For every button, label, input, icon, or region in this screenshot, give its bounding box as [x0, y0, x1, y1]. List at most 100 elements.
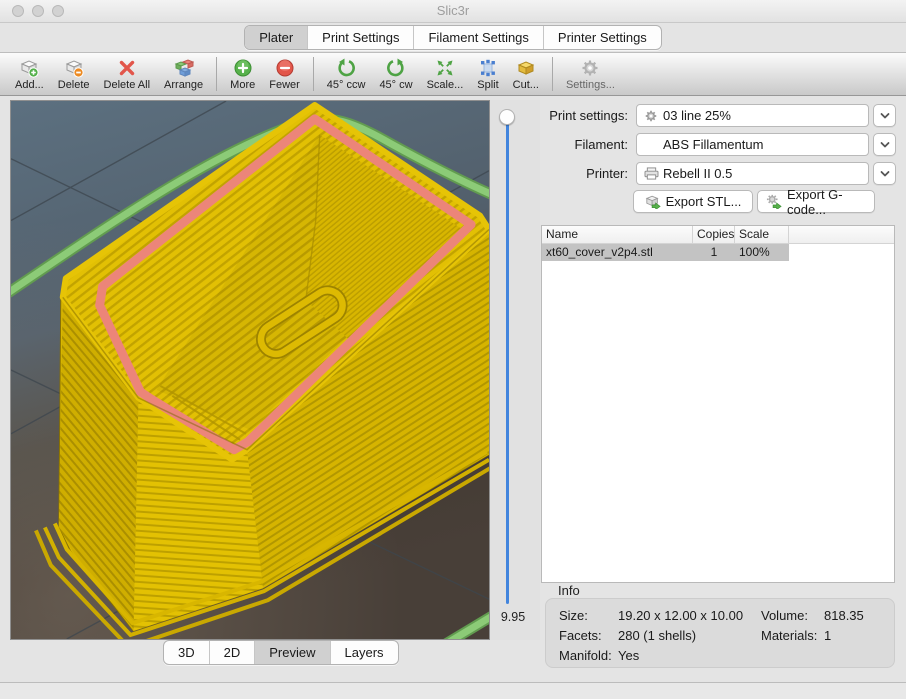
fewer-button[interactable]: Fewer: [262, 53, 307, 95]
more-icon: [233, 57, 253, 78]
object-name: xt60_cover_v2p4.stl: [542, 244, 693, 261]
rotate-cw-button[interactable]: 45° cw: [372, 53, 419, 95]
rotate-ccw-icon: [336, 57, 356, 78]
scale-icon: [435, 57, 455, 78]
add-box-icon: [19, 57, 39, 78]
info-section-title: Info: [558, 583, 580, 598]
toolbar-separator: [313, 57, 314, 91]
column-header-name[interactable]: Name: [542, 226, 693, 243]
scale-label: Scale...: [427, 79, 464, 91]
printer-combo[interactable]: Rebell II 0.5: [636, 162, 869, 185]
delete-button[interactable]: Delete: [51, 53, 97, 95]
export-gcode-label: Export G-code...: [787, 187, 866, 217]
info-box: Size: 19.20 x 12.00 x 10.00 Volume: 818.…: [545, 598, 895, 668]
main-tab-bar: Plater Print Settings Filament Settings …: [0, 25, 906, 50]
scale-button[interactable]: Scale...: [420, 53, 471, 95]
facets-label: Facets:: [559, 628, 602, 643]
split-icon: [478, 57, 498, 78]
arrange-label: Arrange: [164, 79, 203, 91]
add-button[interactable]: Add...: [8, 53, 51, 95]
view-tab-bar: 3D 2D Preview Layers: [163, 640, 399, 665]
rotate-cw-icon: [386, 57, 406, 78]
toolpath-preview: [11, 101, 489, 639]
print-settings-value: 03 line 25%: [663, 108, 731, 123]
layer-slider-strip: 9.95: [490, 100, 540, 640]
printer-dropdown-button[interactable]: [873, 162, 896, 185]
table-row[interactable]: xt60_cover_v2p4.stl 1 100%: [542, 244, 894, 261]
settings-panel: Print settings: 03 line 25% Filament: AB…: [540, 97, 906, 682]
chevron-down-icon: [879, 169, 891, 179]
object-copies: 1: [693, 244, 735, 261]
chevron-down-icon: [879, 140, 891, 150]
volume-label: Volume:: [761, 608, 808, 623]
layer-slider-handle[interactable]: [499, 109, 515, 125]
size-label: Size:: [559, 608, 588, 623]
rotate-ccw-button[interactable]: 45° ccw: [320, 53, 373, 95]
view-tab-layers[interactable]: Layers: [330, 641, 398, 664]
printer-value: Rebell II 0.5: [663, 166, 732, 181]
filament-dropdown-button[interactable]: [873, 133, 896, 156]
filament-combo[interactable]: ABS Fillamentum: [636, 133, 869, 156]
gear-icon: [643, 109, 659, 123]
more-label: More: [230, 79, 255, 91]
tab-print-settings[interactable]: Print Settings: [307, 26, 413, 49]
fewer-label: Fewer: [269, 79, 300, 91]
filament-value: ABS Fillamentum: [663, 137, 763, 152]
print-settings-combo[interactable]: 03 line 25%: [636, 104, 869, 127]
cut-button[interactable]: Cut...: [506, 53, 546, 95]
filament-label: Filament:: [540, 133, 628, 156]
object-list-table[interactable]: Name Copies Scale xt60_cover_v2p4.stl 1 …: [541, 225, 895, 583]
split-button[interactable]: Split: [470, 53, 505, 95]
manifold-value: Yes: [618, 648, 639, 663]
3d-preview-canvas[interactable]: [10, 100, 490, 640]
printer-icon: [643, 167, 659, 180]
arrange-icon: [174, 57, 194, 78]
rotate-cw-label: 45° cw: [379, 79, 412, 91]
more-button[interactable]: More: [223, 53, 262, 95]
cut-icon: [516, 57, 536, 78]
printer-label: Printer:: [540, 162, 628, 185]
delete-all-icon: [117, 57, 137, 78]
settings-button[interactable]: Settings...: [559, 53, 622, 95]
export-stl-label: Export STL...: [666, 194, 742, 209]
title-bar: Slic3r: [0, 0, 906, 23]
status-bar: [0, 682, 906, 699]
layer-slider-track[interactable]: [506, 116, 509, 604]
toolbar-separator: [552, 57, 553, 91]
facets-value: 280 (1 shells): [618, 628, 696, 643]
materials-label: Materials:: [761, 628, 817, 643]
chevron-down-icon: [879, 111, 891, 121]
rotate-ccw-label: 45° ccw: [327, 79, 366, 91]
export-stl-button[interactable]: Export STL...: [633, 190, 753, 213]
gear-icon: [580, 57, 600, 78]
export-gcode-button[interactable]: Export G-code...: [757, 190, 875, 213]
print-settings-label: Print settings:: [540, 104, 628, 127]
view-tab-preview[interactable]: Preview: [254, 641, 329, 664]
delete-all-label: Delete All: [104, 79, 150, 91]
tab-plater[interactable]: Plater: [245, 26, 307, 49]
object-scale: 100%: [735, 244, 789, 261]
object-table-header: Name Copies Scale: [542, 226, 894, 244]
view-tab-2d[interactable]: 2D: [209, 641, 255, 664]
window-title: Slic3r: [0, 0, 906, 22]
volume-value: 818.35: [824, 608, 864, 623]
size-value: 19.20 x 12.00 x 10.00: [618, 608, 743, 623]
plater-toolbar: Add... Delete Delete All: [0, 52, 906, 96]
export-stl-icon: [645, 194, 661, 209]
view-tab-3d[interactable]: 3D: [164, 641, 209, 664]
tab-filament-settings[interactable]: Filament Settings: [413, 26, 542, 49]
delete-all-button[interactable]: Delete All: [97, 53, 157, 95]
tab-printer-settings[interactable]: Printer Settings: [543, 26, 661, 49]
arrange-button[interactable]: Arrange: [157, 53, 210, 95]
fewer-icon: [275, 57, 295, 78]
add-label: Add...: [15, 79, 44, 91]
print-settings-dropdown-button[interactable]: [873, 104, 896, 127]
manifold-label: Manifold:: [559, 648, 612, 663]
split-label: Split: [477, 79, 498, 91]
slic3r-window: { "window": { "title": "Slic3r" }, "main…: [0, 0, 906, 699]
toolbar-separator: [216, 57, 217, 91]
export-gcode-icon: [766, 194, 782, 209]
column-header-copies[interactable]: Copies: [693, 226, 735, 243]
column-header-scale[interactable]: Scale: [735, 226, 789, 243]
materials-value: 1: [824, 628, 831, 643]
